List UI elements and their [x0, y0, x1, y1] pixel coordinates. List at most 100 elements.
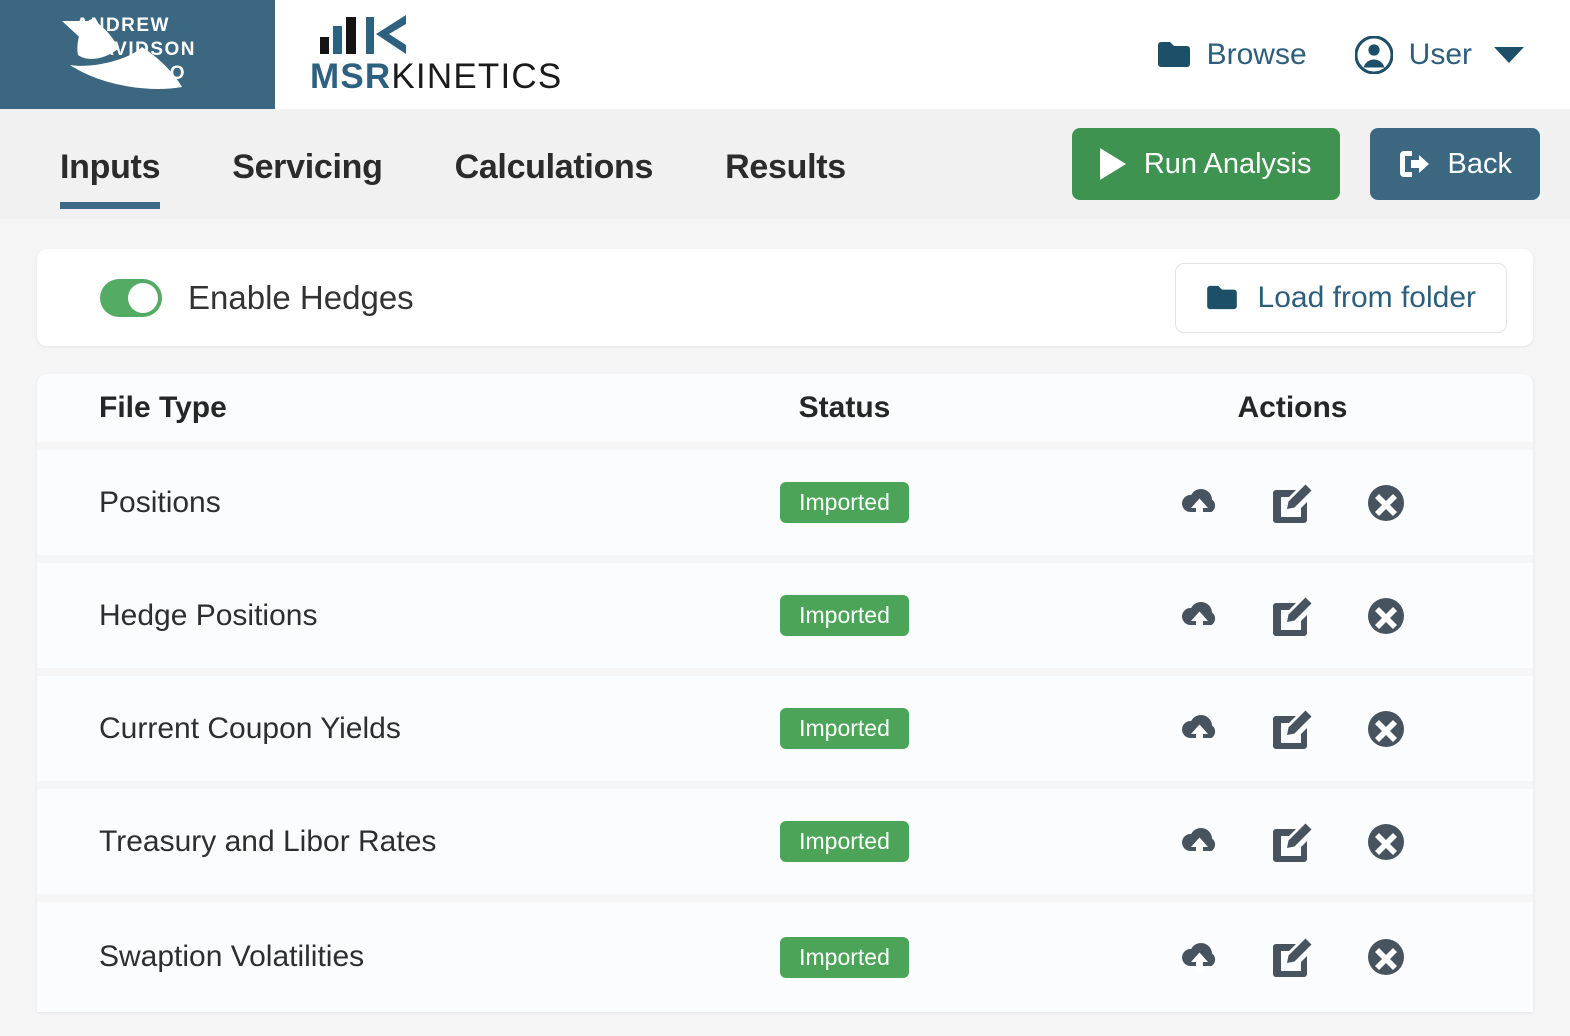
remove-button[interactable]	[1363, 480, 1409, 526]
main-content: Enable Hedges Load from folder File Type…	[0, 219, 1570, 1012]
load-from-folder-label: Load from folder	[1257, 280, 1476, 314]
status-badge: Imported	[780, 482, 909, 523]
tab-list: Inputs Servicing Calculations Results	[60, 109, 846, 219]
product-name-prefix: MSR	[310, 57, 392, 96]
upload-cloud-icon	[1181, 714, 1215, 743]
folder-icon	[1157, 42, 1190, 67]
status-badge: Imported	[780, 595, 909, 636]
msr-kinetics-mark-icon	[320, 15, 406, 54]
enable-hedges-label: Enable Hedges	[188, 278, 414, 316]
upload-cloud-icon	[1181, 601, 1215, 630]
upload-button[interactable]	[1177, 934, 1223, 980]
load-from-folder-button[interactable]: Load from folder	[1174, 262, 1507, 333]
column-header-file-type: File Type	[99, 391, 227, 424]
back-button[interactable]: Back	[1369, 128, 1540, 200]
user-label: User	[1408, 37, 1472, 71]
status-badge: Imported	[780, 821, 909, 862]
file-type-cell: Positions	[99, 485, 221, 519]
column-header-actions: Actions	[1237, 391, 1348, 424]
remove-button[interactable]	[1363, 706, 1409, 752]
edit-icon	[1272, 597, 1311, 636]
app-header: ANDREW DAVIDSON & CO MSRKINETICS Browse	[0, 0, 1570, 109]
remove-icon	[1367, 597, 1404, 634]
tab-calculations-label: Calculations	[454, 147, 654, 186]
edit-button[interactable]	[1270, 593, 1316, 639]
remove-button[interactable]	[1363, 593, 1409, 639]
column-header-status: Status	[798, 391, 891, 424]
edit-button[interactable]	[1270, 706, 1316, 752]
file-type-cell: Swaption Volatilities	[99, 940, 365, 973]
run-analysis-label: Run Analysis	[1143, 147, 1312, 180]
tab-servicing-label: Servicing	[232, 147, 383, 186]
tab-servicing[interactable]: Servicing	[232, 109, 383, 219]
remove-button[interactable]	[1363, 934, 1409, 980]
svg-text:ANDREW: ANDREW	[75, 15, 170, 36]
actions-cell	[1052, 706, 1533, 752]
file-type-cell: Treasury and Libor Rates	[99, 824, 437, 858]
remove-icon	[1367, 939, 1404, 975]
status-cell: Imported	[637, 821, 1052, 862]
file-table: File Type Status Actions Positions Impor…	[37, 374, 1533, 1012]
status-cell: Imported	[637, 936, 1052, 978]
sign-out-icon	[1399, 151, 1429, 177]
edit-icon	[1272, 710, 1311, 749]
actions-cell	[1052, 819, 1533, 865]
tab-inputs-label: Inputs	[60, 147, 161, 186]
status-cell: Imported	[637, 595, 1052, 636]
edit-icon	[1272, 823, 1311, 862]
remove-icon	[1367, 484, 1404, 521]
tab-results[interactable]: Results	[725, 109, 846, 219]
primary-nav: Inputs Servicing Calculations Results Ru…	[0, 109, 1570, 219]
tab-calculations[interactable]: Calculations	[455, 109, 654, 219]
browse-label: Browse	[1206, 37, 1307, 71]
file-type-cell: Current Coupon Yields	[99, 711, 401, 745]
table-row: Positions Imported	[37, 450, 1533, 555]
table-row: Swaption Volatilities Imported	[37, 902, 1533, 1012]
actions-cell	[1052, 480, 1533, 526]
remove-icon	[1367, 823, 1404, 860]
upload-cloud-icon	[1181, 827, 1215, 856]
upload-button[interactable]	[1177, 819, 1223, 865]
folder-icon	[1206, 285, 1237, 310]
file-type-cell: Hedge Positions	[99, 598, 318, 632]
user-avatar-icon	[1354, 35, 1393, 74]
tab-results-label: Results	[725, 147, 846, 186]
chevron-down-icon	[1494, 46, 1524, 63]
hedges-panel: Enable Hedges Load from folder	[37, 249, 1533, 346]
edit-button[interactable]	[1270, 480, 1316, 526]
upload-cloud-icon	[1181, 488, 1215, 517]
remove-button[interactable]	[1363, 819, 1409, 865]
edit-icon	[1272, 484, 1311, 523]
actions-cell	[1052, 934, 1533, 980]
table-row: Hedge Positions Imported	[37, 563, 1533, 668]
andrew-davidson-logo-icon: ANDREW DAVIDSON & CO	[61, 15, 196, 89]
enable-hedges-control[interactable]: Enable Hedges	[100, 278, 414, 317]
status-cell: Imported	[637, 482, 1052, 523]
edit-button[interactable]	[1270, 819, 1316, 865]
svg-text:DAVIDSON: DAVIDSON	[85, 39, 196, 60]
upload-button[interactable]	[1177, 480, 1223, 526]
toggle-knob	[128, 282, 158, 313]
browse-button[interactable]: Browse	[1157, 38, 1307, 72]
play-icon	[1099, 148, 1126, 180]
table-row: Treasury and Libor Rates Imported	[37, 789, 1533, 894]
status-badge: Imported	[780, 708, 909, 749]
remove-icon	[1367, 710, 1404, 747]
product-name-suffix: KINETICS	[391, 57, 563, 96]
user-menu-button[interactable]: User	[1354, 35, 1524, 74]
status-badge: Imported	[780, 936, 909, 978]
actions-cell	[1052, 593, 1533, 639]
run-analysis-button[interactable]: Run Analysis	[1071, 128, 1340, 200]
edit-button[interactable]	[1270, 934, 1316, 980]
table-header-row: File Type Status Actions	[37, 374, 1533, 442]
status-cell: Imported	[637, 708, 1052, 749]
product-logo: MSRKINETICS	[310, 15, 562, 94]
upload-cloud-icon	[1181, 942, 1215, 971]
svg-text:& CO: & CO	[132, 63, 186, 84]
enable-hedges-toggle[interactable]	[100, 278, 162, 317]
table-row: Current Coupon Yields Imported	[37, 676, 1533, 781]
upload-button[interactable]	[1177, 706, 1223, 752]
tab-inputs[interactable]: Inputs	[60, 109, 160, 219]
edit-icon	[1272, 938, 1311, 977]
upload-button[interactable]	[1177, 593, 1223, 639]
